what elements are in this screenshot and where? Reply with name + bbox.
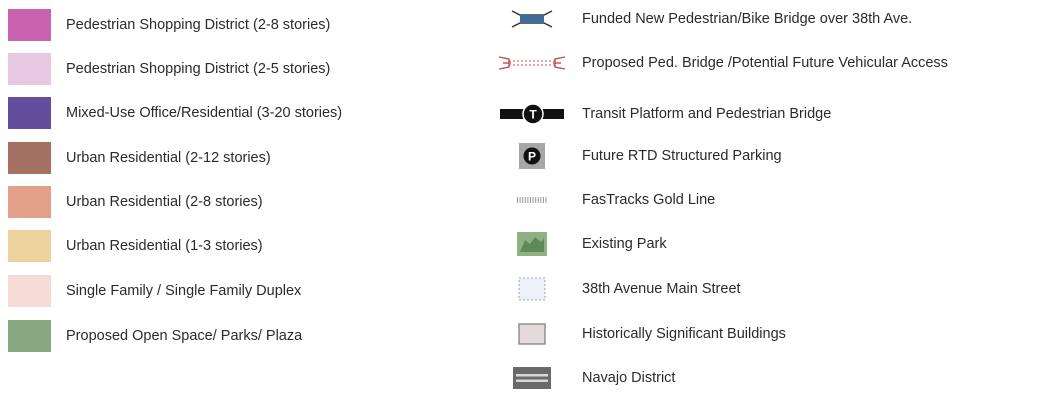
- legend-label: Proposed Ped. Bridge /Potential Future V…: [582, 55, 948, 71]
- legend-label: Future RTD Structured Parking: [582, 148, 782, 164]
- legend-item: Mixed-Use Office/Residential (3-20 stori…: [8, 95, 342, 131]
- legend-item: Urban Residential (2-12 stories): [8, 140, 271, 176]
- color-swatch: [8, 53, 51, 85]
- legend-item: Funded New Pedestrian/Bike Bridge over 3…: [492, 1, 1048, 37]
- color-swatch: [8, 97, 51, 129]
- legend-label: Navajo District: [582, 370, 676, 386]
- legend-item: Navajo District: [492, 360, 1048, 396]
- legend-label: Single Family / Single Family Duplex: [66, 283, 302, 299]
- proposed-bridge-icon: [492, 45, 572, 81]
- transit-platform-icon: T: [492, 96, 572, 132]
- legend-item: Single Family / Single Family Duplex: [8, 273, 301, 309]
- legend-label: Historically Significant Buildings: [582, 326, 786, 342]
- legend-item: Pedestrian Shopping District (2-8 storie…: [8, 7, 330, 43]
- legend-item: Urban Residential (1-3 stories): [8, 228, 263, 264]
- legend-item: 38th Avenue Main Street: [492, 271, 1048, 307]
- legend-label: FasTracks Gold Line: [582, 192, 716, 208]
- color-swatch: [8, 275, 51, 307]
- main-street-icon: [492, 271, 572, 307]
- park-icon: [492, 226, 572, 262]
- legend-item: T Transit Platform and Pedestrian Bridge: [492, 96, 1048, 132]
- color-swatch: [8, 320, 51, 352]
- parking-glyph: P: [528, 150, 536, 164]
- legend-item: Proposed Ped. Bridge /Potential Future V…: [492, 45, 1048, 81]
- legend-item: FasTracks Gold Line: [492, 182, 1048, 218]
- rail-line-icon: [492, 182, 572, 218]
- map-legend: Pedestrian Shopping District (2-8 storie…: [0, 0, 1048, 389]
- legend-label: Funded New Pedestrian/Bike Bridge over 3…: [582, 11, 913, 27]
- navajo-district-icon: [492, 360, 572, 396]
- transit-glyph: T: [529, 108, 537, 122]
- legend-label: 38th Avenue Main Street: [582, 281, 741, 297]
- bridge-icon: [492, 1, 572, 37]
- legend-item: Pedestrian Shopping District (2-5 storie…: [8, 51, 330, 87]
- legend-label: Existing Park: [582, 236, 667, 252]
- legend-label: Pedestrian Shopping District (2-8 storie…: [66, 17, 331, 33]
- color-swatch: [8, 186, 51, 218]
- legend-item: Proposed Open Space/ Parks/ Plaza: [8, 318, 302, 354]
- legend-label: Proposed Open Space/ Parks/ Plaza: [66, 328, 303, 344]
- legend-label: Urban Residential (1-3 stories): [66, 238, 263, 254]
- parking-icon: P: [492, 138, 572, 174]
- historic-building-icon: [492, 316, 572, 352]
- legend-item: Existing Park: [492, 226, 1048, 262]
- legend-label: Transit Platform and Pedestrian Bridge: [582, 106, 832, 122]
- color-swatch: [8, 230, 51, 262]
- legend-item: P Future RTD Structured Parking: [492, 138, 1048, 174]
- legend-label: Pedestrian Shopping District (2-5 storie…: [66, 61, 331, 77]
- legend-item: Historically Significant Buildings: [492, 316, 1048, 352]
- color-swatch: [8, 9, 51, 41]
- legend-label: Mixed-Use Office/Residential (3-20 stori…: [66, 105, 343, 121]
- color-swatch: [8, 142, 51, 174]
- legend-item: Urban Residential (2-8 stories): [8, 184, 263, 220]
- legend-label: Urban Residential (2-8 stories): [66, 194, 263, 210]
- legend-label: Urban Residential (2-12 stories): [66, 150, 271, 166]
